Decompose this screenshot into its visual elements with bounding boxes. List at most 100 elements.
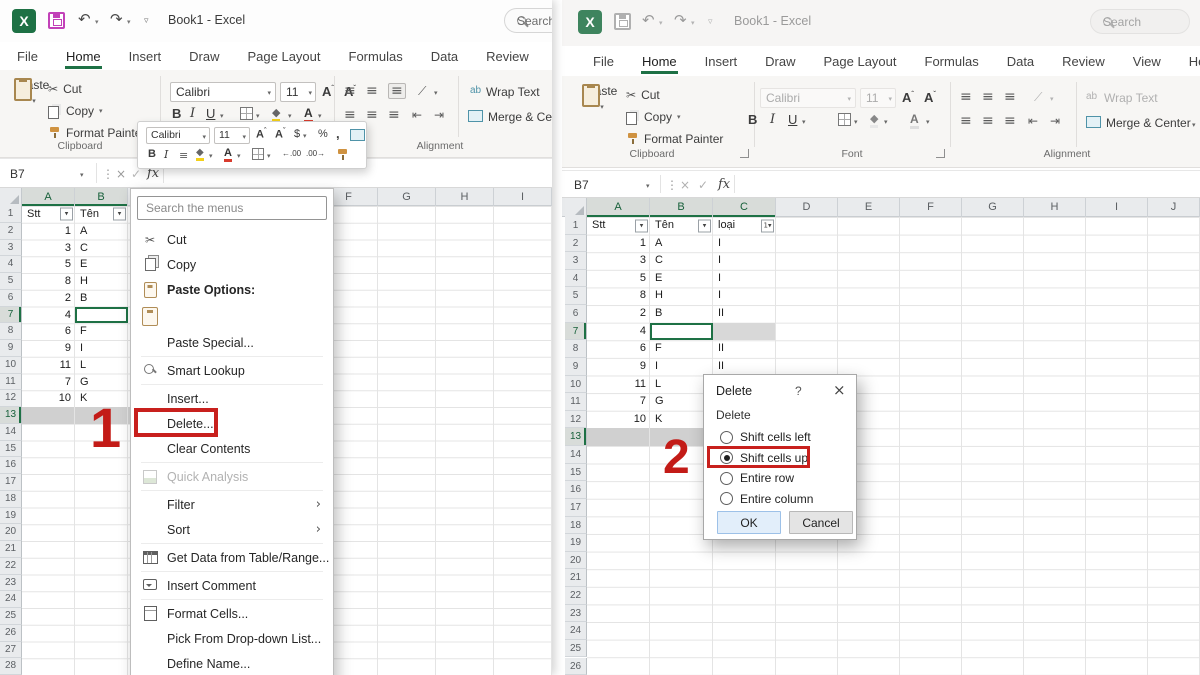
accounting-format-icon[interactable]: $ (294, 128, 300, 140)
accounting-dropdown-icon[interactable]: ▾ (303, 132, 307, 140)
cell-ten[interactable]: A (75, 223, 128, 240)
tab-draw[interactable]: Draw (188, 44, 220, 69)
mini-merge-icon[interactable] (350, 129, 365, 141)
undo-icon[interactable]: ↶ (78, 10, 91, 28)
row-header-17[interactable]: 17 (565, 499, 587, 517)
bold-icon[interactable]: B (748, 112, 757, 127)
menu-item-insert-comment[interactable]: Insert Comment (131, 573, 333, 598)
fill-color-dropdown-icon[interactable]: ▾ (288, 112, 292, 120)
cell-ten[interactable]: E (75, 256, 128, 273)
worksheet-grid-right[interactable]: ABCDEFGHIJ123456789101112131415161718192… (562, 198, 1200, 675)
cell-ten[interactable]: F (650, 340, 713, 358)
formula-input[interactable] (738, 174, 1196, 194)
cut-button[interactable]: ✂Cut (48, 82, 82, 96)
cell-stt[interactable]: 2 (587, 305, 650, 323)
radio-selected-icon[interactable] (720, 451, 733, 464)
font-dialog-launcher-icon[interactable] (936, 149, 945, 158)
orientation-icon[interactable]: ⟋ (418, 84, 426, 98)
row-header-26[interactable]: 26 (565, 658, 587, 675)
align-top-icon[interactable]: ≡ (344, 84, 356, 98)
row-header-19[interactable]: 19 (0, 508, 22, 525)
copy-button[interactable]: Copy▾ (48, 104, 103, 118)
decrease-indent-icon[interactable]: ⇤ (1028, 114, 1038, 128)
cell-stt[interactable]: 2 (22, 290, 75, 307)
cell-stt[interactable]: 10 (587, 411, 650, 429)
wrap-text-label[interactable]: Wrap Text (486, 85, 540, 99)
cell-stt[interactable]: 8 (22, 273, 75, 290)
ok-button[interactable]: OK (717, 511, 781, 534)
column-header-H[interactable]: H (1024, 198, 1086, 217)
cell-stt[interactable]: 1 (22, 223, 75, 240)
fill-color-icon[interactable]: ◆ (272, 106, 280, 119)
cell-stt[interactable]: 11 (22, 357, 75, 374)
orientation-dropdown-icon[interactable]: ▾ (1050, 95, 1054, 103)
cell-ten[interactable]: E (650, 270, 713, 288)
row-header-2[interactable]: 2 (565, 235, 587, 253)
borders-icon[interactable] (838, 113, 851, 126)
italic-icon[interactable]: I (770, 112, 775, 127)
cell-stt[interactable]: 3 (22, 240, 75, 257)
underline-icon[interactable]: U (206, 106, 215, 121)
font-color-dropdown-icon[interactable]: ▾ (926, 118, 930, 126)
underline-dropdown-icon[interactable]: ▾ (220, 112, 224, 120)
menu-item-paste-special[interactable]: Paste Special... (131, 330, 333, 355)
cell-A1[interactable]: Stt▾ (587, 217, 650, 235)
tab-page-layout[interactable]: Page Layout (247, 44, 322, 69)
fill-color-icon[interactable]: ◆ (870, 112, 878, 125)
ten-filter-button[interactable]: ▾ (698, 219, 711, 232)
row-header-24[interactable]: 24 (0, 591, 22, 608)
shrink-font-icon[interactable]: Aˇ (924, 90, 936, 105)
row-header-1[interactable]: 1 (565, 217, 587, 235)
row-header-14[interactable]: 14 (565, 446, 587, 464)
align-bottom-icon[interactable]: ≡ (1004, 90, 1016, 104)
loai-sort-filter-button[interactable]: 1▾ (761, 219, 774, 232)
tab-home[interactable]: Home (641, 49, 678, 74)
column-header-J[interactable]: J (1148, 198, 1200, 217)
orientation-dropdown-icon[interactable]: ▾ (434, 89, 438, 97)
menu-item-delete[interactable]: Delete... (131, 411, 333, 436)
row-header-4[interactable]: 4 (0, 256, 22, 273)
cell-loai[interactable]: II (713, 340, 776, 358)
name-box[interactable]: B7 (574, 178, 589, 192)
close-icon[interactable]: × (833, 381, 846, 399)
borders-dropdown-icon[interactable]: ▾ (256, 112, 260, 120)
row-header-12[interactable]: 12 (0, 390, 22, 407)
decrease-indent-icon[interactable]: ⇤ (412, 108, 422, 122)
cancel-icon[interactable]: × (116, 167, 126, 181)
column-header-I[interactable]: I (1086, 198, 1148, 217)
mini-font-color-dropdown-icon[interactable]: ▾ (237, 152, 241, 160)
mini-format-painter-icon[interactable] (336, 148, 349, 161)
row-header-15[interactable]: 15 (565, 464, 587, 482)
row-header-9[interactable]: 9 (565, 358, 587, 376)
cell-loai[interactable]: I (713, 287, 776, 305)
cell-ten[interactable]: C (650, 252, 713, 270)
increase-indent-icon[interactable]: ⇥ (434, 108, 444, 122)
cell-ten[interactable]: F (75, 323, 128, 340)
column-header-B[interactable]: B (75, 188, 128, 206)
tab-insert[interactable]: Insert (704, 49, 739, 74)
cell-ten[interactable]: B (650, 305, 713, 323)
row-header-11[interactable]: 11 (565, 393, 587, 411)
borders-icon[interactable] (240, 107, 253, 120)
merge-center-label[interactable]: Merge & Center (488, 110, 552, 124)
row-header-4[interactable]: 4 (565, 270, 587, 288)
increase-indent-icon[interactable]: ⇥ (1050, 114, 1060, 128)
mini-borders-icon[interactable] (252, 148, 264, 160)
row-header-23[interactable]: 23 (565, 605, 587, 623)
tab-formulas[interactable]: Formulas (924, 49, 980, 74)
menu-item-paste-options[interactable]: Paste Options: (131, 277, 333, 302)
align-center-icon[interactable]: ≡ (366, 108, 378, 122)
column-header-A[interactable]: A (22, 188, 75, 206)
row-header-15[interactable]: 15 (0, 441, 22, 458)
row-header-2[interactable]: 2 (0, 223, 22, 240)
row-header-26[interactable]: 26 (0, 625, 22, 642)
column-header-D[interactable]: D (776, 198, 838, 217)
menu-item-cut[interactable]: Cut (131, 227, 333, 252)
radio-unselected-icon[interactable] (720, 492, 733, 505)
undo-dropdown-icon[interactable]: ▾ (95, 18, 99, 26)
cell-loai[interactable]: I (713, 235, 776, 253)
column-header-I[interactable]: I (494, 188, 552, 206)
select-all-corner[interactable] (0, 188, 22, 206)
align-middle-icon[interactable]: ≡ (366, 84, 378, 98)
decrease-decimal-icon[interactable]: ←.00 (282, 149, 301, 158)
